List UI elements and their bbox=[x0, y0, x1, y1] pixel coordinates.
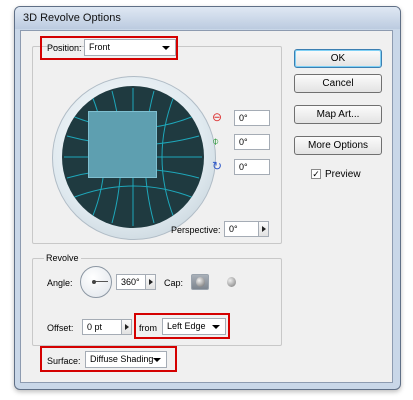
rotate-z-icon: ↻ bbox=[212, 159, 223, 173]
angle-input[interactable]: 360° bbox=[116, 274, 146, 290]
angle-label: Angle: bbox=[47, 278, 73, 288]
perspective-value: 0° bbox=[229, 224, 238, 234]
rotate-y-value: 0° bbox=[239, 137, 248, 147]
cap-on-button[interactable] bbox=[191, 274, 209, 290]
title-bar[interactable]: 3D Revolve Options bbox=[15, 7, 400, 29]
position-highlight bbox=[40, 36, 178, 60]
hollow-cap-icon bbox=[227, 277, 236, 287]
angle-spin-button[interactable] bbox=[145, 274, 156, 290]
rotate-z-value: 0° bbox=[239, 162, 248, 172]
perspective-label: Perspective: bbox=[171, 225, 221, 235]
revolve-group-label: Revolve bbox=[44, 253, 81, 263]
ok-button[interactable]: OK bbox=[294, 49, 382, 68]
cancel-button[interactable]: Cancel bbox=[294, 74, 382, 93]
angle-value: 360° bbox=[121, 277, 140, 287]
surface-highlight bbox=[40, 346, 177, 372]
angle-dial[interactable] bbox=[80, 266, 112, 298]
preview-label[interactable]: Preview bbox=[325, 169, 361, 180]
rotate-y-input[interactable]: 0° bbox=[234, 134, 270, 150]
rotate-x-input[interactable]: 0° bbox=[234, 110, 270, 126]
solid-cap-icon bbox=[196, 277, 205, 287]
rotate-x-value: 0° bbox=[239, 113, 248, 123]
map-art-button[interactable]: Map Art... bbox=[294, 105, 382, 124]
angle-dial-center bbox=[92, 280, 96, 284]
offset-from-highlight bbox=[134, 313, 230, 339]
cap-off-button[interactable] bbox=[225, 275, 239, 289]
window-title: 3D Revolve Options bbox=[23, 12, 121, 24]
offset-input[interactable]: 0 pt bbox=[82, 319, 122, 335]
rotate-x-icon: ⊖ bbox=[212, 110, 223, 124]
cap-label: Cap: bbox=[164, 278, 184, 288]
offset-spin-button[interactable] bbox=[121, 319, 132, 335]
cube-front-face[interactable] bbox=[88, 111, 157, 178]
offset-label: Offset: bbox=[47, 323, 74, 333]
rotate-y-icon: ⌽ bbox=[212, 134, 220, 148]
rotate-z-input[interactable]: 0° bbox=[234, 159, 270, 175]
offset-value: 0 pt bbox=[87, 322, 103, 332]
angle-dial-hand bbox=[94, 281, 108, 282]
check-mark-icon: ✓ bbox=[312, 169, 320, 179]
perspective-spin-button[interactable] bbox=[258, 221, 269, 237]
preview-checkbox[interactable]: ✓ bbox=[311, 169, 321, 179]
more-options-button[interactable]: More Options bbox=[294, 136, 382, 155]
perspective-input[interactable]: 0° bbox=[224, 221, 259, 237]
